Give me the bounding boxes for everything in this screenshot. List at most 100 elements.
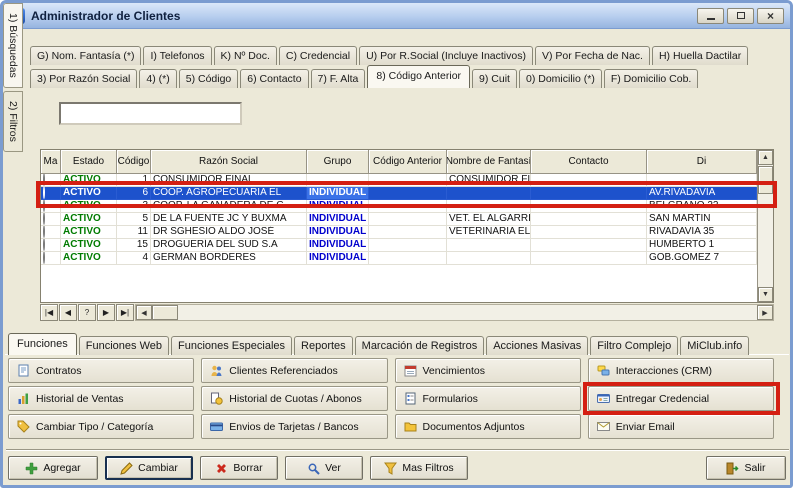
side-tab-busquedas[interactable]: 1) Búsquedas <box>3 3 23 88</box>
fn-tab-filtro-complejo[interactable]: Filtro Complejo <box>590 336 678 355</box>
add-button[interactable]: Agregar <box>8 456 98 480</box>
col-header-contacto[interactable]: Contacto <box>531 150 647 174</box>
search-tab-huella-dactilar[interactable]: H) Huella Dactilar <box>652 46 748 65</box>
fn-button-label: Vencimientos <box>423 365 485 377</box>
search-tab-codigo[interactable]: 5) Código <box>179 69 239 88</box>
scroll-up-button[interactable]: ▲ <box>758 150 773 165</box>
cell-direccion: AV.RIVADAVIA <box>647 187 757 200</box>
table-row[interactable]: ACTIVO 5 DE LA FUENTE JC Y BUXMA INDIVID… <box>41 213 773 226</box>
table-row[interactable]: ACTIVO 11 DR SGHESIO ALDO JOSÉ INDIVIDUA… <box>41 226 773 239</box>
fn-tab-funciones-web[interactable]: Funciones Web <box>79 336 169 355</box>
function-tabs: Funciones Funciones Web Funciones Especi… <box>8 333 751 355</box>
horizontal-scrollbar[interactable]: ◀ ▶ <box>135 304 774 321</box>
col-header-nombre-fantasia[interactable]: Nombre de Fantasí <box>447 150 531 174</box>
nav-search-button[interactable]: ? <box>78 304 96 321</box>
row-select-radio[interactable] <box>41 200 61 213</box>
fn-button-enviar-email[interactable]: Enviar Email <box>588 414 774 439</box>
fn-button-contratos[interactable]: Contratos <box>8 358 194 383</box>
col-header-ma[interactable]: Ma <box>41 150 61 174</box>
scroll-right-button[interactable]: ▶ <box>757 305 773 320</box>
col-header-direccion[interactable]: Di <box>647 150 757 174</box>
cell-codigo: 6 <box>117 187 151 200</box>
delete-button[interactable]: Borrar <box>200 456 278 480</box>
search-tab-por-razon-social[interactable]: 3) Por Razón Social <box>30 69 137 88</box>
nav-prior-button[interactable]: ◀ <box>59 304 77 321</box>
row-select-radio[interactable] <box>41 226 61 239</box>
change-button[interactable]: Cambiar <box>105 456 193 480</box>
nav-first-button[interactable]: |◀ <box>40 304 58 321</box>
fn-tab-funciones[interactable]: Funciones <box>8 333 77 355</box>
scroll-down-button[interactable]: ▼ <box>758 287 773 302</box>
row-select-radio[interactable] <box>41 213 61 226</box>
scroll-left-button[interactable]: ◀ <box>136 305 152 320</box>
search-tab-contacto[interactable]: 6) Contacto <box>240 69 308 88</box>
fn-button-entregar-credencial[interactable]: Entregar Credencial <box>588 386 774 411</box>
search-tab-domicilio-cob[interactable]: F) Domicilio Cob. <box>604 69 699 88</box>
search-input[interactable] <box>59 102 242 125</box>
cell-codigo-anterior <box>369 226 447 239</box>
add-button-label: Agregar <box>43 462 80 474</box>
table-row[interactable]: ACTIVO 4 GERMAN BORDERES INDIVIDUAL GOB.… <box>41 252 773 265</box>
fn-tab-funciones-especiales[interactable]: Funciones Especiales <box>171 336 292 355</box>
side-tab-strip: 1) Búsquedas 2) Filtros <box>3 3 27 155</box>
vertical-scroll-thumb[interactable] <box>758 166 773 194</box>
close-button[interactable]: × <box>757 8 784 24</box>
row-select-radio[interactable] <box>41 252 61 265</box>
nav-last-button[interactable]: ▶| <box>116 304 134 321</box>
maximize-button[interactable] <box>727 8 754 24</box>
fn-tab-acciones-masivas[interactable]: Acciones Masivas <box>486 336 588 355</box>
more-filters-button[interactable]: Mas Filtros <box>370 456 468 480</box>
nav-next-button[interactable]: ▶ <box>97 304 115 321</box>
row-select-radio[interactable] <box>41 187 61 200</box>
exit-button[interactable]: Salir <box>706 456 786 480</box>
col-header-grupo[interactable]: Grupo <box>307 150 369 174</box>
table-row[interactable]: ACTIVO 1 CONSUMIDOR FINAL CONSUMIDOR FIN <box>41 174 773 187</box>
search-tab-nro-doc[interactable]: K) Nº Doc. <box>214 46 277 65</box>
table-row[interactable]: ACTIVO 15 DROGUERÍA DEL SUD S.A INDIVIDU… <box>41 239 773 252</box>
fn-button-clientes-referenciados[interactable]: Clientes Referenciados <box>201 358 387 383</box>
table-row-selected[interactable]: ACTIVO 6 COOP. AGROPECUARIA EL INDIVIDUA… <box>41 187 773 200</box>
side-tab-filtros[interactable]: 2) Filtros <box>3 91 23 152</box>
col-header-codigo-anterior[interactable]: Código Anterior <box>369 150 447 174</box>
fn-tab-marcacion-registros[interactable]: Marcación de Registros <box>355 336 485 355</box>
fn-button-documentos-adjuntos[interactable]: Documentos Adjuntos <box>395 414 581 439</box>
search-tab-por-rsocial-inactivos[interactable]: U) Por R.Social (Incluye Inactivos) <box>359 46 533 65</box>
cell-razon-social: DR SGHESIO ALDO JOSÉ <box>151 226 307 239</box>
minimize-button[interactable] <box>697 8 724 24</box>
vertical-scrollbar[interactable]: ▲ ▼ <box>757 150 773 302</box>
col-header-codigo[interactable]: Código <box>117 150 151 174</box>
fn-tab-reportes[interactable]: Reportes <box>294 336 353 355</box>
search-tab-codigo-anterior[interactable]: 8) Código Anterior <box>367 65 470 88</box>
horizontal-scroll-track[interactable] <box>178 305 757 320</box>
fn-button-historial-cuotas-abonos[interactable]: Historial de Cuotas / Abonos <box>201 386 387 411</box>
edit-icon <box>120 462 133 475</box>
search-tab-por-fecha-nac[interactable]: V) Por Fecha de Nac. <box>535 46 650 65</box>
col-header-estado[interactable]: Estado <box>61 150 117 174</box>
fn-button-cambiar-tipo-categoria[interactable]: Cambiar Tipo / Categoría <box>8 414 194 439</box>
row-select-radio[interactable] <box>41 174 61 187</box>
col-header-razon-social[interactable]: Razón Social <box>151 150 307 174</box>
fn-button-vencimientos[interactable]: Vencimientos <box>395 358 581 383</box>
search-tab-nom-fantasia[interactable]: G) Nom. Fantasía (*) <box>30 46 141 65</box>
search-tab-cuit[interactable]: 9) Cuit <box>472 69 517 88</box>
cell-nombre-fantasia <box>447 239 531 252</box>
search-tab-credencial[interactable]: C) Credencial <box>279 46 357 65</box>
cell-codigo-anterior <box>369 187 447 200</box>
fn-button-historial-ventas[interactable]: Historial de Ventas <box>8 386 194 411</box>
fn-button-interacciones-crm[interactable]: Interacciones (CRM) <box>588 358 774 383</box>
horizontal-scroll-thumb[interactable] <box>152 305 178 320</box>
table-row[interactable]: ACTIVO 3 COOP. LA GANADERA DE G INDIVIDU… <box>41 200 773 213</box>
view-button[interactable]: Ver <box>285 456 363 480</box>
search-tab-asterisco[interactable]: 4) (*) <box>139 69 176 88</box>
fn-button-label: Clientes Referenciados <box>229 365 338 377</box>
fn-tab-miclub-info[interactable]: MiClub.info <box>680 336 749 355</box>
search-tab-telefonos[interactable]: I) Telefonos <box>143 46 211 65</box>
form-icon <box>404 392 417 405</box>
cell-direccion: RIVADAVIA 35 <box>647 226 757 239</box>
search-tab-domicilio[interactable]: 0) Domicilio (*) <box>519 69 602 88</box>
row-select-radio[interactable] <box>41 239 61 252</box>
fn-button-formularios[interactable]: Formularios <box>395 386 581 411</box>
fn-button-label: Cambiar Tipo / Categoría <box>36 421 153 433</box>
fn-button-envios-tarjetas-bancos[interactable]: Envios de Tarjetas / Bancos <box>201 414 387 439</box>
search-tab-f-alta[interactable]: 7) F. Alta <box>311 69 366 88</box>
